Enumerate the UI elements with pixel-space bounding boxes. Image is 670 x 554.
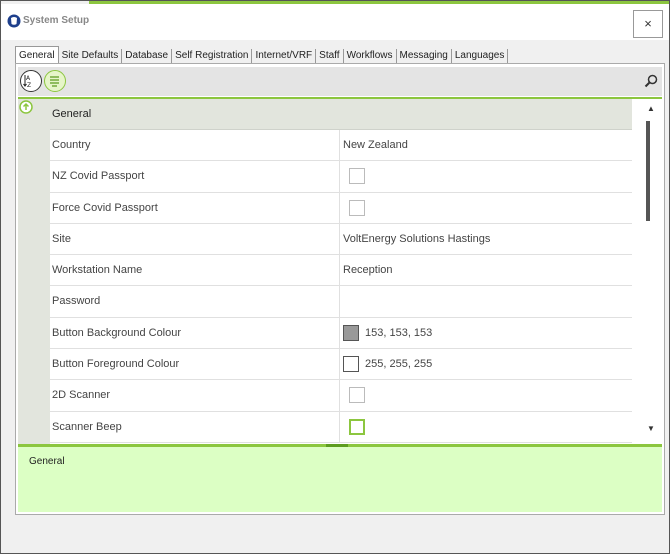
property-row-button-background-colour[interactable]: Button Background Colour 153, 153, 153 bbox=[50, 317, 632, 350]
description-text: General bbox=[29, 456, 65, 467]
property-name: Workstation Name bbox=[50, 255, 340, 286]
property-row-force-covid-passport[interactable]: Force Covid Passport bbox=[50, 192, 632, 224]
search-icon[interactable] bbox=[644, 74, 658, 88]
background-colour-value: 153, 153, 153 bbox=[365, 326, 433, 339]
tab-site-defaults[interactable]: Site Defaults bbox=[59, 49, 123, 64]
scanner-beep-checkbox[interactable] bbox=[349, 418, 365, 435]
property-name: 2D Scanner bbox=[50, 380, 340, 411]
category-header-general[interactable]: General bbox=[50, 99, 632, 130]
svg-text:Z: Z bbox=[27, 82, 31, 89]
property-value[interactable]: Reception bbox=[340, 255, 632, 285]
property-name: NZ Covid Passport bbox=[50, 161, 340, 192]
tab-workflows[interactable]: Workflows bbox=[344, 49, 397, 64]
property-value bbox=[340, 380, 632, 410]
app-logo-icon bbox=[7, 14, 21, 28]
property-name: Site bbox=[50, 223, 340, 255]
nz-covid-passport-checkbox[interactable] bbox=[349, 168, 365, 185]
tab-messaging[interactable]: Messaging bbox=[397, 49, 452, 64]
property-row-nz-covid-passport[interactable]: NZ Covid Passport bbox=[50, 161, 632, 193]
sort-glyph-icon: A Z bbox=[23, 75, 31, 89]
property-row-scanner-beep[interactable]: Scanner Beep bbox=[50, 411, 632, 443]
title-bar[interactable]: System Setup × bbox=[1, 4, 669, 40]
property-row-country[interactable]: Country New Zealand bbox=[50, 130, 632, 162]
property-row-password[interactable]: Password bbox=[50, 286, 632, 318]
tab-languages[interactable]: Languages bbox=[452, 49, 509, 64]
property-name: Button Background Colour bbox=[50, 317, 340, 349]
property-value bbox=[340, 161, 632, 191]
property-row-button-foreground-colour[interactable]: Button Foreground Colour 255, 255, 255 bbox=[50, 349, 632, 381]
system-setup-window: System Setup × General Site Defaults Dat… bbox=[0, 0, 670, 554]
property-value[interactable]: 153, 153, 153 bbox=[340, 318, 632, 348]
description-pane: General bbox=[18, 447, 662, 512]
property-grid-panel: A Z General Country New Zealand NZ Covid… bbox=[15, 63, 665, 515]
property-value bbox=[340, 193, 632, 223]
property-row-workstation-name[interactable]: Workstation Name Reception bbox=[50, 255, 632, 287]
property-name: Button Foreground Colour bbox=[50, 349, 340, 380]
background-colour-swatch bbox=[343, 324, 359, 341]
tab-self-registration[interactable]: Self Registration bbox=[172, 49, 253, 64]
collapse-up-icon[interactable] bbox=[19, 100, 33, 114]
scroll-down-arrow-icon[interactable]: ▼ bbox=[644, 424, 658, 436]
tab-strip: General Site Defaults Database Self Regi… bbox=[15, 46, 509, 64]
scroll-up-arrow-icon[interactable]: ▲ bbox=[644, 104, 658, 116]
property-grid: General Country New Zealand NZ Covid Pas… bbox=[18, 99, 644, 444]
property-value[interactable]: New Zealand bbox=[340, 130, 632, 160]
property-toolbar: A Z bbox=[18, 67, 662, 96]
grid-gutter bbox=[18, 99, 50, 444]
list-glyph-icon bbox=[50, 76, 59, 87]
property-row-2d-scanner[interactable]: 2D Scanner bbox=[50, 380, 632, 412]
foreground-colour-swatch bbox=[343, 356, 359, 373]
property-rows: Country New Zealand NZ Covid Passport Fo… bbox=[50, 130, 632, 443]
foreground-colour-value: 255, 255, 255 bbox=[365, 358, 433, 371]
categorized-icon[interactable] bbox=[44, 70, 66, 92]
property-value[interactable]: VoltEnergy Solutions Hastings bbox=[340, 224, 632, 254]
window-title: System Setup bbox=[23, 15, 90, 26]
sort-alphabetical-icon[interactable]: A Z bbox=[20, 70, 42, 92]
property-value bbox=[340, 412, 632, 442]
tab-general[interactable]: General bbox=[15, 46, 59, 64]
svg-text:A: A bbox=[26, 75, 31, 82]
status-bar bbox=[15, 521, 665, 545]
property-value[interactable]: 255, 255, 255 bbox=[340, 349, 632, 379]
property-row-site[interactable]: Site VoltEnergy Solutions Hastings bbox=[50, 223, 632, 256]
property-name: Password bbox=[50, 286, 340, 317]
tab-database[interactable]: Database bbox=[122, 49, 173, 64]
property-name: Scanner Beep bbox=[50, 411, 340, 442]
property-name: Force Covid Passport bbox=[50, 192, 340, 223]
vertical-scrollbar[interactable]: ▲ ▼ bbox=[640, 99, 662, 444]
tab-internet-vrf[interactable]: Internet/VRF bbox=[252, 49, 317, 64]
password-field[interactable] bbox=[340, 286, 632, 316]
2d-scanner-checkbox[interactable] bbox=[349, 387, 365, 404]
force-covid-passport-checkbox[interactable] bbox=[349, 199, 365, 216]
property-name: Country bbox=[50, 130, 340, 161]
tab-staff[interactable]: Staff bbox=[316, 49, 344, 64]
scroll-thumb[interactable] bbox=[646, 121, 650, 221]
close-button[interactable]: × bbox=[633, 10, 663, 38]
